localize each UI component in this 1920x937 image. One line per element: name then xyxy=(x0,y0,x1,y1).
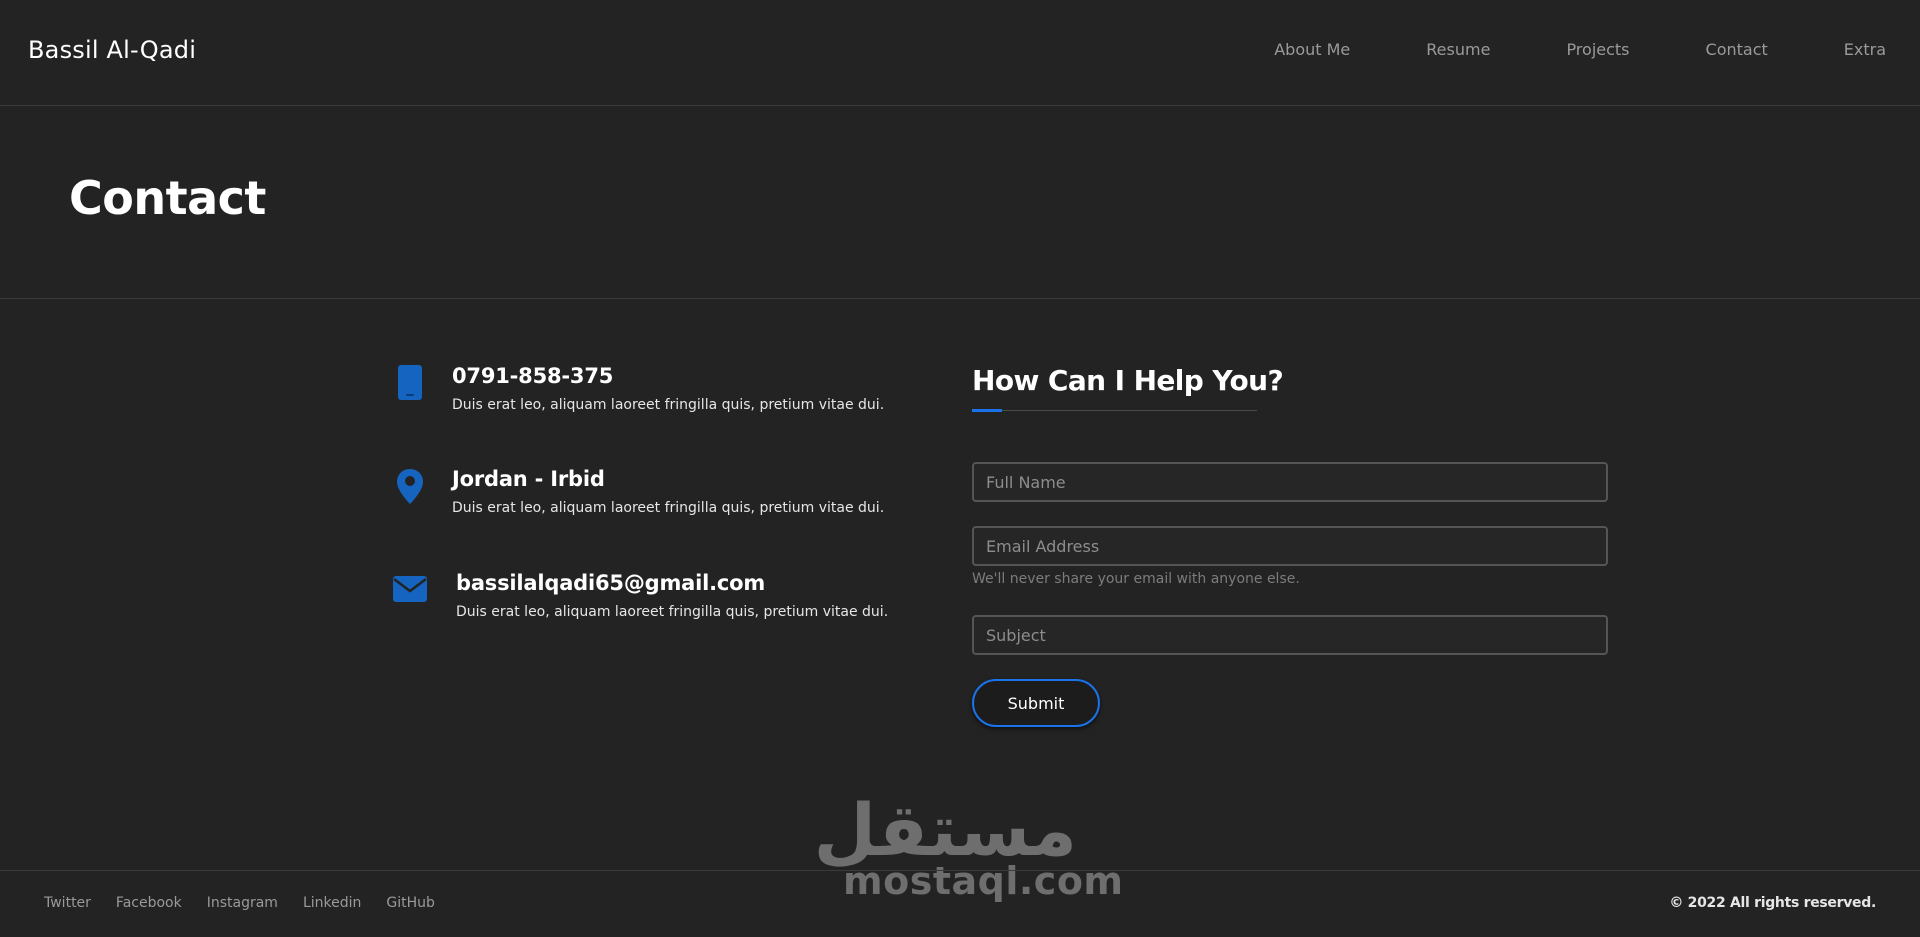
footer-link-github[interactable]: GitHub xyxy=(386,895,435,911)
copyright-text: © 2022 All rights reserved. xyxy=(1669,895,1876,911)
footer-link-facebook[interactable]: Facebook xyxy=(116,895,182,911)
nav-links: About Me Resume Projects Contact Extra xyxy=(1274,40,1886,59)
nav-link-contact[interactable]: Contact xyxy=(1706,40,1768,59)
location-pin-icon xyxy=(390,466,430,506)
nav-link-about-me[interactable]: About Me xyxy=(1274,40,1350,59)
footer-link-linkedin[interactable]: Linkedin xyxy=(303,895,361,911)
mobile-phone-icon xyxy=(390,363,430,403)
nav-link-extra[interactable]: Extra xyxy=(1844,40,1886,59)
email-input[interactable] xyxy=(972,526,1608,566)
email-address-text[interactable]: bassilalqadi65@gmail.com xyxy=(456,571,765,595)
location-text: Jordan - Irbid xyxy=(452,467,605,491)
envelope-icon xyxy=(390,569,430,609)
nav-link-projects[interactable]: Projects xyxy=(1566,40,1629,59)
footer-link-twitter[interactable]: Twitter xyxy=(44,895,91,911)
footer-link-instagram[interactable]: Instagram xyxy=(207,895,278,911)
footer-social-links: Twitter Facebook Instagram Linkedin GitH… xyxy=(44,895,460,911)
location-description: Duis erat leo, aliquam laoreet fringilla… xyxy=(452,500,885,516)
subject-input[interactable] xyxy=(972,615,1608,655)
email-help-text: We'll never share your email with anyone… xyxy=(972,571,1300,587)
page-header: Contact xyxy=(0,107,1920,299)
footer: Twitter Facebook Instagram Linkedin GitH… xyxy=(0,870,1920,937)
heading-accent-bar xyxy=(972,409,1002,412)
nav-link-resume[interactable]: Resume xyxy=(1426,40,1490,59)
phone-number: 0791-858-375 xyxy=(452,364,614,388)
watermark-arabic-text: مستقل xyxy=(813,788,1077,872)
heading-underline xyxy=(972,410,1257,411)
navbar: Bassil Al-Qadi About Me Resume Projects … xyxy=(0,0,1920,106)
phone-description: Duis erat leo, aliquam laoreet fringilla… xyxy=(452,397,885,413)
full-name-input[interactable] xyxy=(972,462,1608,502)
form-heading: How Can I Help You? xyxy=(972,364,1284,397)
page-title: Contact xyxy=(69,171,266,225)
submit-button[interactable]: Submit xyxy=(972,679,1100,727)
email-description: Duis erat leo, aliquam laoreet fringilla… xyxy=(456,604,889,620)
brand-link[interactable]: Bassil Al-Qadi xyxy=(28,36,196,64)
